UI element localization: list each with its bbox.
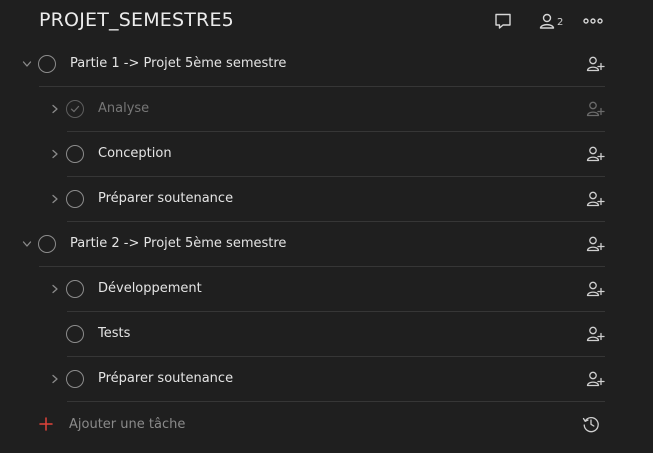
check-icon: [70, 105, 80, 113]
add-task-row[interactable]: Ajouter une tâche: [0, 402, 653, 446]
subtask-row[interactable]: Conception: [0, 132, 653, 177]
task-label[interactable]: Partie 2 -> Projet 5ème semestre: [70, 235, 286, 253]
task-label[interactable]: Développement: [98, 280, 202, 298]
task-checkbox[interactable]: [38, 55, 56, 73]
project-view: PROJET_SEMESTRE5 2 Partie 1 -> Projet 5è…: [0, 0, 653, 453]
plus-icon[interactable]: [39, 417, 53, 431]
task-label[interactable]: Préparer soutenance: [98, 370, 233, 388]
project-header: PROJET_SEMESTRE5 2: [0, 0, 653, 44]
chevron-right-icon[interactable]: [50, 194, 60, 204]
chevron-down-icon[interactable]: [22, 59, 32, 69]
history-icon[interactable]: [581, 414, 601, 434]
task-checkbox[interactable]: [38, 235, 56, 253]
assign-person-icon[interactable]: [585, 279, 605, 299]
task-list: Partie 1 -> Projet 5ème semestre Analyse…: [0, 42, 653, 446]
subtask-row[interactable]: Développement: [0, 267, 653, 312]
more-options-button[interactable]: [582, 10, 604, 32]
chevron-down-icon[interactable]: [22, 239, 32, 249]
add-task-input[interactable]: Ajouter une tâche: [69, 416, 185, 434]
chevron-right-icon[interactable]: [50, 284, 60, 294]
task-checkbox[interactable]: [66, 145, 84, 163]
assign-person-icon[interactable]: [585, 54, 605, 74]
members-count: 2: [557, 16, 564, 28]
task-label[interactable]: Tests: [98, 325, 130, 343]
project-title: PROJET_SEMESTRE5: [39, 9, 234, 31]
chevron-right-icon[interactable]: [50, 104, 60, 114]
task-group-row[interactable]: Partie 1 -> Projet 5ème semestre: [0, 42, 653, 87]
chevron-right-icon[interactable]: [50, 149, 60, 159]
task-checkbox[interactable]: [66, 190, 84, 208]
subtask-row[interactable]: Analyse: [0, 87, 653, 132]
task-label[interactable]: Conception: [98, 145, 172, 163]
subtask-row[interactable]: Préparer soutenance: [0, 357, 653, 402]
assign-person-icon[interactable]: [585, 144, 605, 164]
ellipsis-icon: [583, 18, 603, 24]
task-label[interactable]: Analyse: [98, 100, 149, 118]
person-icon: [539, 13, 555, 29]
task-checkbox-checked[interactable]: [66, 100, 84, 118]
assign-person-icon[interactable]: [585, 369, 605, 389]
task-checkbox[interactable]: [66, 370, 84, 388]
assign-person-icon[interactable]: [585, 324, 605, 344]
members-button[interactable]: 2: [538, 10, 563, 32]
assign-person-icon[interactable]: [585, 99, 605, 119]
comments-button[interactable]: [493, 10, 513, 32]
task-checkbox[interactable]: [66, 325, 84, 343]
task-checkbox[interactable]: [66, 280, 84, 298]
chevron-right-icon[interactable]: [50, 374, 60, 384]
subtask-row[interactable]: Tests: [0, 312, 653, 357]
assign-person-icon[interactable]: [585, 234, 605, 254]
subtask-row[interactable]: Préparer soutenance: [0, 177, 653, 222]
task-label[interactable]: Partie 1 -> Projet 5ème semestre: [70, 55, 286, 73]
assign-person-icon[interactable]: [585, 189, 605, 209]
task-label[interactable]: Préparer soutenance: [98, 190, 233, 208]
comment-icon: [495, 13, 511, 29]
task-group-row[interactable]: Partie 2 -> Projet 5ème semestre: [0, 222, 653, 267]
